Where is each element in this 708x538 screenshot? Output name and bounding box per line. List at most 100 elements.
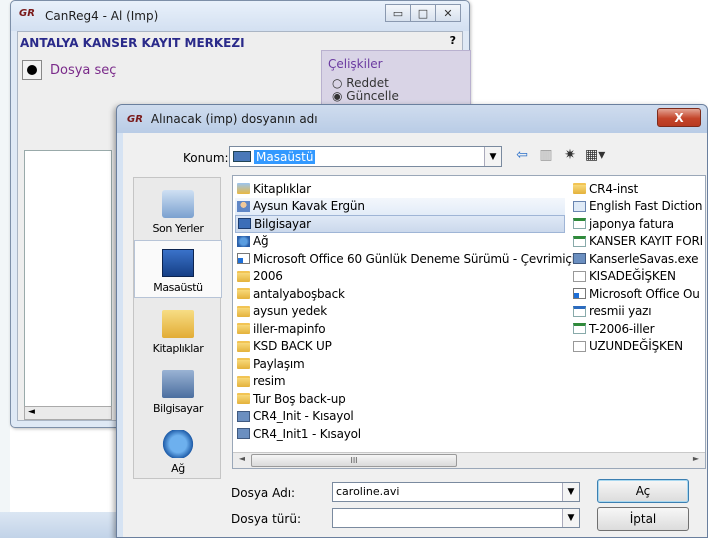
list-item[interactable]: UZUNDEĞİŞKEN [571,338,705,356]
shortcut-icon [573,288,586,300]
file-name: resmii yazı [589,304,652,319]
open-button[interactable]: Aç [597,479,689,503]
place-kitapliklar[interactable]: Kitaplıklar [134,300,222,358]
file-column-2: CR4-inst English Fast Diction japonya fa… [571,180,705,356]
folder-icon [237,358,250,370]
computer-icon [162,370,194,398]
file-list[interactable]: Kitaplıklar Aysun Kavak Ergün Bilgisayar… [232,175,706,469]
scroll-right-icon[interactable]: ► [689,454,703,467]
list-item[interactable]: CR4_Init - Kısayol [235,408,565,426]
list-item[interactable]: japonya fatura [571,215,705,233]
list-item[interactable]: English Fast Diction [571,198,705,216]
list-item[interactable]: Microsoft Office Ou [571,285,705,303]
list-item[interactable]: CR4_Init1 - Kısayol [235,425,565,443]
file-name: Microsoft Office Ou [589,286,700,301]
place-label: Son Yerler [152,222,204,235]
chevron-down-icon[interactable]: ▼ [562,483,579,501]
file-icon [573,270,586,282]
close-icon[interactable]: ✕ [435,4,461,22]
recent-places-icon [162,190,194,218]
scroll-left-icon[interactable]: ◄ [235,454,249,467]
list-item[interactable]: resmii yazı [571,303,705,321]
dosya-adi-input[interactable]: caroline.avi ▼ [332,482,580,502]
minimize-icon[interactable]: ▭ [385,4,411,22]
desktop-icon [233,151,251,162]
folder-icon [237,323,250,335]
dosya-turu-select[interactable]: ▼ [332,508,580,528]
konum-dropdown[interactable]: Masaüstü ▼ [229,146,502,167]
dosya-sec-button[interactable] [22,60,42,80]
place-masaustu[interactable]: Masaüstü [134,240,222,298]
place-label: Kitaplıklar [152,342,204,355]
folder-icon [237,340,250,352]
list-item[interactable]: 2006 [235,268,565,286]
help-icon[interactable]: ? [450,34,456,47]
chevron-down-icon[interactable]: ▼ [484,147,501,166]
dialog-body: Konum: Masaüstü ▼ ⇦ ▥ ✷ ▦▾ Son Yerler Ma… [123,133,707,537]
place-bilgisayar[interactable]: Bilgisayar [134,360,222,418]
file-name: UZUNDEĞİŞKEN [589,339,683,354]
file-name: 2006 [253,269,283,284]
file-column-1: Kitaplıklar Aysun Kavak Ergün Bilgisayar… [235,180,575,443]
shortcut-icon [237,410,250,422]
new-folder-icon[interactable]: ✷ [561,147,579,163]
file-name: aysun yedek [253,304,327,319]
file-name: resim [253,374,286,389]
place-ag[interactable]: Ağ [134,420,222,478]
list-item[interactable]: KanserleSavas.exe [571,250,705,268]
list-item[interactable]: Bilgisayar [235,215,565,233]
back-arrow-icon[interactable]: ⇦ [513,147,531,163]
file-name: KISADEĞİŞKEN [589,269,676,284]
cancel-button[interactable]: İptal [597,507,689,531]
file-name: Kitaplıklar [253,181,311,196]
center-heading: ANTALYA KANSER KAYIT MERKEZI [20,36,245,50]
places-bar: Son Yerler Masaüstü Kitaplıklar Bilgisay… [133,177,222,479]
list-item[interactable]: Paylaşım [235,355,565,373]
list-item[interactable]: Microsoft Office 60 Günlük Deneme Sürümü… [235,250,575,268]
file-name: Aysun Kavak Ergün [253,199,365,214]
up-folder-icon[interactable]: ▥ [537,147,555,163]
shortcut-icon [237,253,250,265]
list-item[interactable]: antalyaboşback [235,285,565,303]
open-file-dialog: GR Alınacak (imp) dosyanın adı X Konum: … [116,104,708,538]
radio-label: Güncelle [346,89,399,103]
user-folder-icon [237,200,250,212]
dialog-titlebar[interactable]: GR Alınacak (imp) dosyanın adı X [117,105,707,133]
canreg-titlebar[interactable]: GR CanReg4 - Al (Imp) ▭ □ ✕ [11,1,469,31]
folder-icon [237,375,250,387]
place-son-yerler[interactable]: Son Yerler [134,180,222,238]
list-item[interactable]: CR4-inst [571,180,705,198]
list-item[interactable]: Aysun Kavak Ergün [235,197,565,215]
chevron-down-icon[interactable]: ▼ [562,509,579,527]
canreg-hscroll[interactable]: ◄ [24,406,112,420]
file-name: CR4-inst [589,181,638,196]
radio-guncelle[interactable]: ◉ Güncelle [332,90,470,103]
canreg-list-panel[interactable] [24,150,112,408]
list-item[interactable]: resim [235,373,565,391]
list-item[interactable]: Ağ [235,233,565,251]
canreg-title: CanReg4 - Al (Imp) [45,9,159,23]
maximize-icon[interactable]: □ [410,4,436,22]
desktop-icon [162,249,194,277]
list-item[interactable]: T-2006-iller [571,320,705,338]
list-item[interactable]: KANSER KAYIT FORI [571,233,705,251]
view-menu-icon[interactable]: ▦▾ [585,147,605,163]
radio-label: Reddet [346,76,389,90]
konum-value: Masaüstü [254,149,316,164]
file-name: Bilgisayar [254,216,311,231]
list-item[interactable]: KSD BACK UP [235,338,565,356]
file-list-hscroll[interactable]: ◄ III ► [233,452,705,468]
list-item[interactable]: KISADEĞİŞKEN [571,268,705,286]
folder-icon [237,305,250,317]
list-item[interactable]: iller-mapinfo [235,320,565,338]
file-name: CR4_Init1 - Kısayol [253,426,361,441]
caption-buttons: ▭ □ ✕ [385,4,461,22]
dialog-title: Alınacak (imp) dosyanın adı [150,112,318,126]
dialog-close-button[interactable]: X [657,108,701,127]
folder-icon [237,288,250,300]
scroll-left-icon[interactable]: ◄ [28,407,35,417]
list-item[interactable]: aysun yedek [235,303,565,321]
scroll-thumb[interactable]: III [251,454,457,467]
list-item[interactable]: Kitaplıklar [235,180,565,198]
list-item[interactable]: Tur Boş back-up [235,390,565,408]
